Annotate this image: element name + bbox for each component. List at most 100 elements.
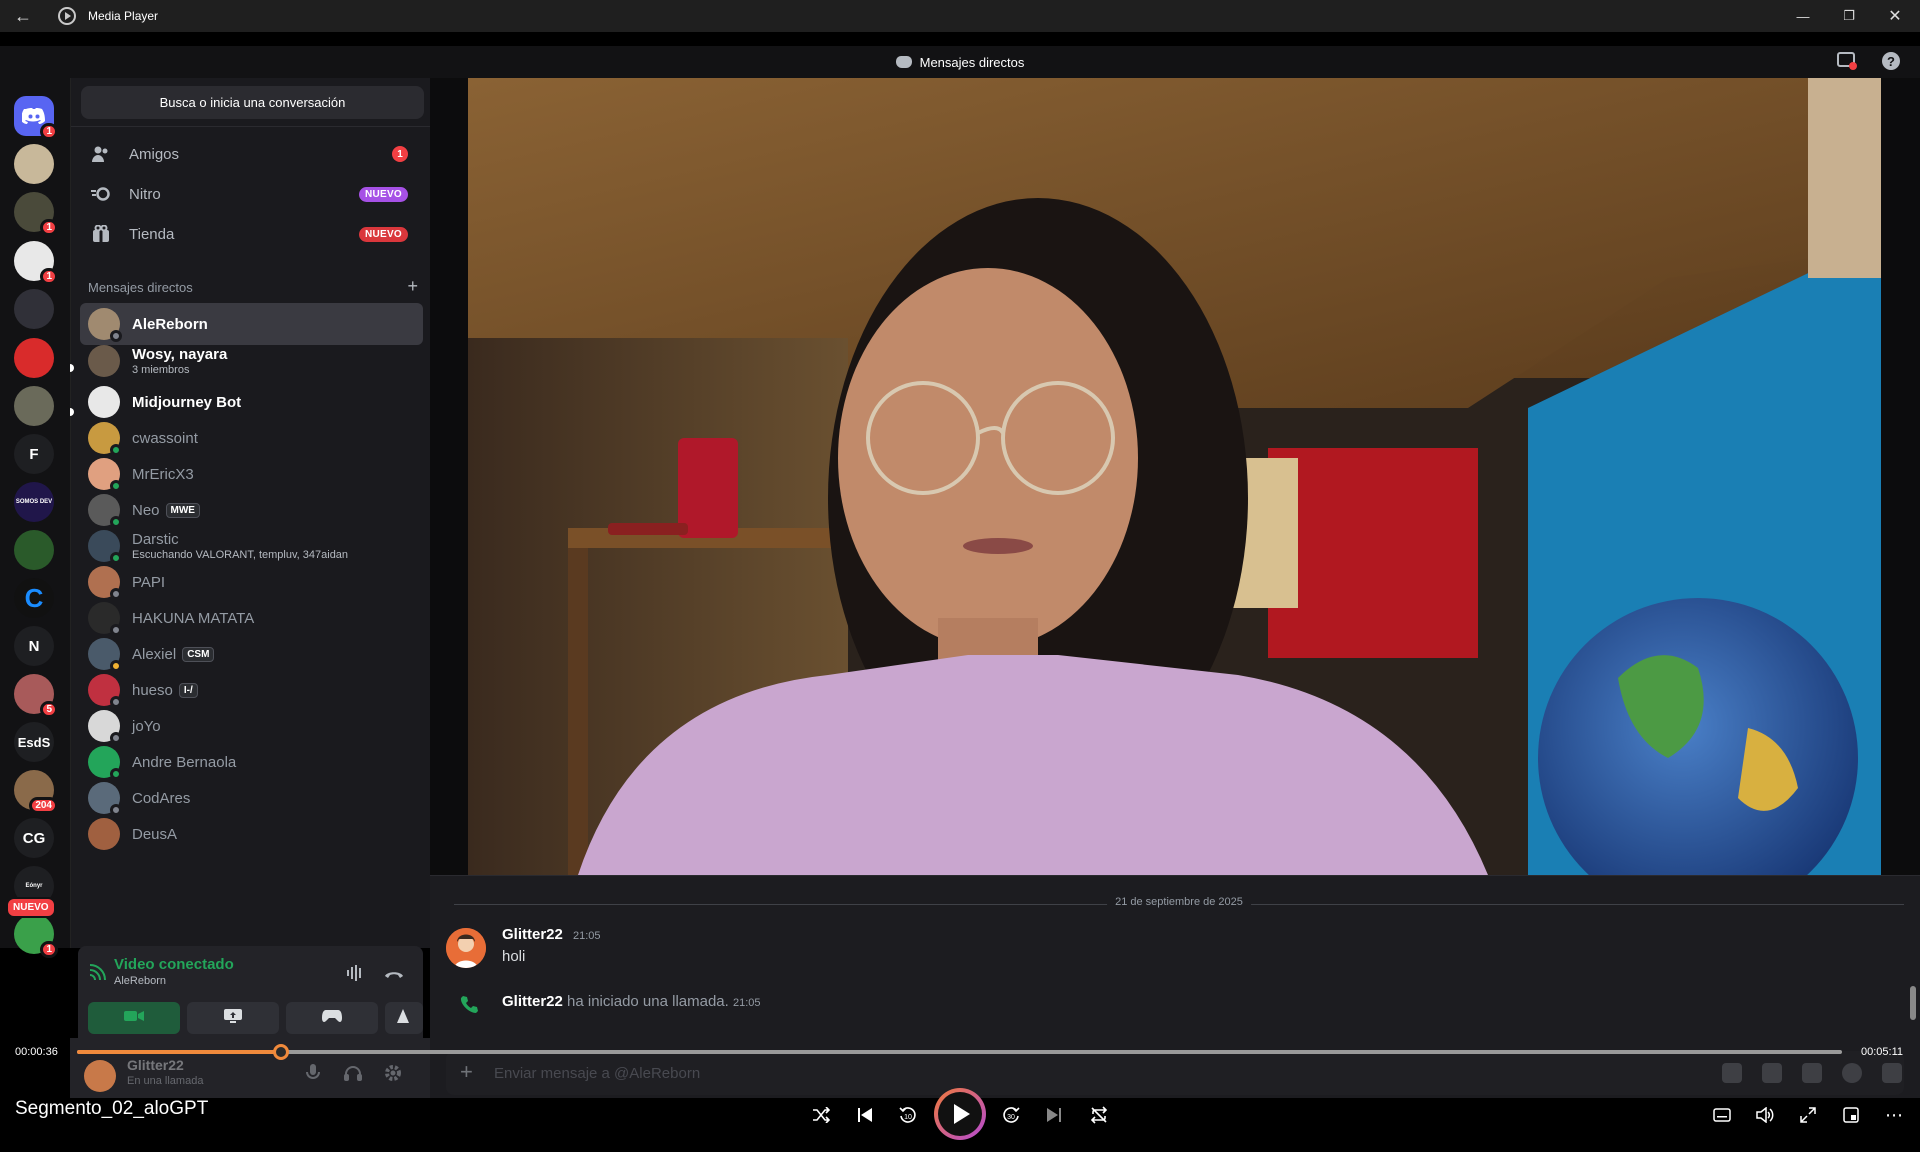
server-label: CG [22,829,46,847]
noise-suppression-icon[interactable] [344,962,366,984]
nav-nitro[interactable]: Nitro NUEVO [81,176,424,212]
video-call-frame[interactable] [468,78,1881,875]
svg-text:30: 30 [1007,1114,1015,1121]
svg-text:?: ? [1887,54,1895,69]
dm-name: Midjourney Bot [132,393,242,411]
forward-30-icon[interactable]: 30 [994,1098,1028,1132]
call-started-message: Glitter22 ha iniciado una llamada. 21:05 [502,993,761,1010]
restore-icon[interactable]: ❐ [1826,0,1872,32]
more-options-icon[interactable]: ⋯ [1877,1098,1911,1132]
camera-button[interactable] [88,1002,180,1034]
server-label: EsdS [17,734,51,750]
server-icon-server-10[interactable] [14,530,54,570]
help-icon[interactable]: ? [1880,50,1902,72]
server-icon-server-n[interactable]: N [14,626,54,666]
call-author[interactable]: Glitter22 [502,993,563,1010]
clan-tag: MWE [165,502,200,518]
screen-share-icon [223,1008,243,1029]
sticker-icon[interactable] [1802,1063,1822,1083]
total-duration: 00:05:11 [1860,1046,1903,1058]
play-button[interactable] [934,1088,986,1140]
current-time: 00:00:36 [15,1046,58,1058]
server-icon-server-15[interactable]: 204 [14,770,58,814]
server-icon-server-c[interactable]: C [14,578,54,618]
emoji-icon[interactable] [1842,1063,1862,1083]
dm-name: Alexiel [132,645,177,663]
headphones-icon[interactable] [342,1062,364,1084]
chat-scrollbar[interactable] [1910,986,1916,1020]
server-label: F [29,445,39,463]
settings-gear-icon[interactable] [382,1062,404,1084]
user-avatar[interactable] [84,1060,116,1092]
dm-name: AleReborn [132,315,208,333]
apps-gamepad-icon[interactable] [1882,1063,1902,1083]
gift-icon[interactable] [1722,1063,1742,1083]
gif-icon[interactable] [1762,1063,1782,1083]
dm-avatar [88,746,122,780]
server-icon-server-f[interactable]: F [14,434,54,474]
server-icon-server-cg[interactable]: CG [14,818,54,858]
mini-player-icon[interactable] [1834,1098,1868,1132]
friends-icon [91,144,111,164]
soundboard-button[interactable] [385,1002,423,1034]
clan-tag: I-/ [178,682,198,698]
dm-subtext: 3 miembros [132,364,190,376]
minimize-icon[interactable]: — [1780,0,1826,32]
voice-status[interactable]: Video conectado [114,956,234,973]
server-notification-badge: 1 [40,219,58,236]
dm-section-header: Mensajes directos + [88,277,418,295]
previous-track-icon[interactable] [848,1098,882,1132]
date-label: 21 de septiembre de 2025 [1107,896,1251,908]
shuffle-icon[interactable] [804,1098,838,1132]
message-author[interactable]: Glitter22 [502,926,563,943]
server-icon-server-7[interactable] [14,386,54,426]
server-icon-server-18[interactable]: 1 [14,914,58,958]
shop-new-pill: NUEVO [358,226,408,242]
dm-item[interactable]: AleReborn [80,303,423,345]
nav-friends[interactable]: Amigos 1 [81,136,424,172]
nav-shop[interactable]: Tienda NUEVO [81,216,424,252]
server-icon-server-4[interactable]: 1 [14,241,58,285]
dm-avatar [88,345,120,377]
server-icon-server-2[interactable] [14,144,54,184]
server-icon-server-3[interactable]: 1 [14,192,58,236]
inbox-icon[interactable] [1836,50,1858,72]
server-icon-server-somos-dev[interactable]: SOMOS DEV [14,482,54,522]
create-dm-plus-icon[interactable]: + [407,277,418,295]
share-screen-button[interactable] [187,1002,279,1034]
subtitles-icon[interactable] [1705,1098,1739,1132]
voice-channel[interactable]: AleReborn [114,975,166,987]
dm-avatar [88,566,122,600]
disconnect-icon[interactable] [383,962,405,984]
fullscreen-icon[interactable] [1791,1098,1825,1132]
repeat-off-icon[interactable] [1082,1098,1116,1132]
server-icon-server-esds[interactable]: EsdS [14,722,54,762]
seek-bar[interactable] [77,1044,1842,1060]
nav-nitro-label: Nitro [129,185,161,203]
dm-item[interactable]: Wosy, nayara 3 miembros [80,340,423,382]
dm-avatar [88,818,120,850]
rewind-10-icon[interactable]: 10 [891,1098,925,1132]
volume-icon[interactable] [1748,1098,1782,1132]
media-title: Segmento_02_aloGPT [15,1098,209,1119]
dm-name: MrEricX3 [132,465,194,483]
close-icon[interactable]: ✕ [1872,0,1918,32]
back-arrow-icon[interactable]: ← [0,0,46,32]
microphone-icon[interactable] [302,1062,324,1084]
server-icon-server-6[interactable] [14,338,54,378]
next-track-icon[interactable] [1037,1098,1071,1132]
server-icon-discord-home[interactable]: 1 [14,96,58,140]
search-conversation-button[interactable]: Busca o inicia una conversación [81,86,424,119]
dm-name: DeusA [132,825,178,843]
video-area [430,78,1920,875]
dm-item[interactable]: DeusA [80,813,423,855]
server-icon-server-5[interactable] [14,289,54,329]
activities-button[interactable] [286,1002,378,1034]
message-input[interactable]: Enviar mensaje a @AleReborn [494,1065,700,1082]
message-avatar[interactable] [446,928,486,968]
server-icon-server-13[interactable]: 5 [14,674,58,718]
attach-plus-icon[interactable]: + [460,1061,473,1083]
dm-avatar [88,386,120,418]
dm-name: Wosy, nayara [132,346,228,363]
message-input-box: + Enviar mensaje a @AleReborn [446,1051,1904,1095]
